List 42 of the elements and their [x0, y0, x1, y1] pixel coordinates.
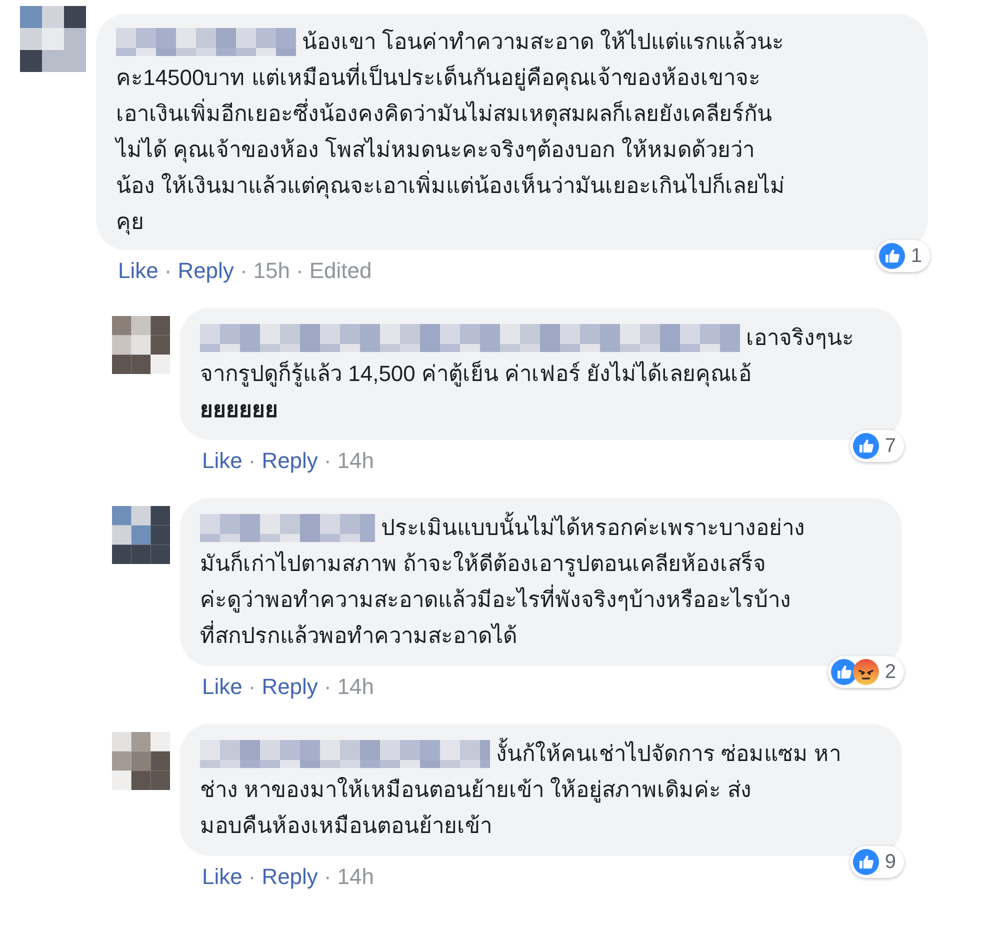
separator-dot: ·	[324, 448, 332, 474]
reaction-count: 9	[884, 850, 896, 874]
action-link[interactable]: Reply	[262, 674, 318, 700]
comment-text: จากรูปดูก็รู้แล้ว 14,500 ค่าตู้เย็น ค่าเฟอร์ ยังไม่ได้เลยคุณเอ้ ยยยยยย	[200, 360, 753, 424]
comment-info: Edited	[309, 258, 372, 284]
reaction-badge[interactable]: 1	[876, 240, 930, 272]
comment-text: ช่าง หาของมาให้เหมือนตอนย้ายเข้า ให้อยู่สภาพเดิมค่ะ ส่ง มอบคืนห้องเหมือนตอนย้ายเข้า	[200, 776, 752, 840]
comment-info: 14h	[337, 674, 374, 700]
avatar[interactable]	[112, 506, 170, 564]
action-link[interactable]: Like	[118, 258, 158, 284]
comment-text: งั้นก้ให้คนเช่าไปจัดการ ซ่อมแซม หา	[496, 736, 842, 772]
action-link[interactable]: Reply	[262, 448, 318, 474]
comment-text: คะ14500บาท แต่เหมือนที่เป็นประเด็นกันอยู่คือคุณเจ้าของห้องเขาจะ เอาเงินเพิ่มอีกเยอะซึ่งน้องคงคิดว่ามันไม่สมเหตุสมผลก็เลยยังเคลียร์กัน ไม่ได้ คุณเจ้าของห้อง โพสไม่หมดนะคะจริงๆต้องบอก ให้หมดด้วยว่า น้อง ให้เงินมาแล้วแต่คุณจะเอาเพิ่มแต่น้องเห็นว่ามันเยอะเกินไปก็เลยไม่ คุย	[116, 60, 904, 240]
action-link[interactable]: Reply	[262, 864, 318, 890]
separator-dot: ·	[248, 448, 256, 474]
action-link[interactable]: Reply	[178, 258, 234, 284]
reaction-count: 7	[884, 434, 896, 458]
separator-dot: ·	[240, 258, 248, 284]
action-link[interactable]: Like	[202, 674, 242, 700]
comment-info: 15h	[253, 258, 290, 284]
separator-dot: ·	[324, 674, 332, 700]
comment-text: น้องเขา โอนค่าทำความสะอาด ให้ไปแต่แรกแล้วนะ	[302, 28, 784, 56]
comment-info: 14h	[337, 448, 374, 474]
reaction-count: 1	[910, 244, 922, 268]
reaction-badge[interactable]: 2	[828, 656, 904, 688]
avatar[interactable]	[112, 732, 170, 790]
comment-text: เอาจริงๆนะ	[746, 324, 854, 352]
reaction-badge[interactable]: 9	[850, 846, 904, 878]
comment-text: ประเมินแบบนั้นไม่ได้หรอกค่ะเพราะบางอย่าง	[381, 510, 805, 546]
separator-dot: ·	[248, 864, 256, 890]
separator-dot: ·	[248, 674, 256, 700]
comment-text: มันก็เก่าไปตามสภาพ ถ้าจะให้ดีต้องเอารูปตอนเคลียห้องเสร็จ ค่ะดูว่าพอทำความสะอาดแล้วมีอะไรที่พังจริงๆบ้างหรืออะไรบ้าง ที่สกปรกแล้วพอทำความสะอาดได้	[200, 550, 792, 650]
comment-info: 14h	[337, 864, 374, 890]
action-link[interactable]: Like	[202, 864, 242, 890]
action-link[interactable]: Like	[202, 448, 242, 474]
separator-dot: ·	[324, 864, 332, 890]
separator-dot: ·	[164, 258, 172, 284]
separator-dot: ·	[296, 258, 304, 284]
reaction-count: 2	[884, 660, 896, 684]
reaction-badge[interactable]: 7	[850, 430, 904, 462]
avatar[interactable]	[112, 316, 170, 374]
avatar[interactable]	[20, 6, 86, 72]
